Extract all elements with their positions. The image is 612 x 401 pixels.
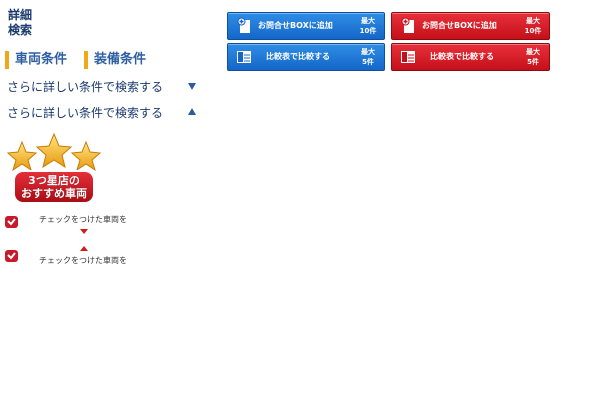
detail-search-line1: 詳細 (8, 8, 33, 22)
add-box-limit: 最大 10件 (358, 16, 378, 36)
badge-title-line2: おすすめ車両 (21, 187, 87, 200)
limit-caption: 最大 (361, 17, 375, 25)
search-panel: 詳細 検索 車両条件 装備条件 さらに詳しい条件で検索する さらに詳しい条件で検… (0, 0, 612, 401)
checkbox-checked-icon[interactable] (5, 216, 18, 228)
more-conditions-label: さらに詳しい条件で検索する (7, 80, 164, 94)
add-box-label: お問合せBOXに追加 (422, 21, 497, 30)
add-to-inquiry-box-button-alt[interactable]: お問合せBOXに追加 最大 10件 (391, 12, 550, 40)
document-plus-icon (237, 17, 250, 33)
limit-count: 5件 (527, 58, 539, 66)
comparison-table-icon (401, 51, 415, 63)
compare-table-button-alt[interactable]: 比較表で比較する 最大 5件 (391, 43, 550, 71)
document-plus-icon (401, 17, 414, 33)
detail-search-heading: 詳細 検索 (8, 8, 32, 38)
checked-vehicles-label: チェックをつけた車両を (39, 256, 127, 265)
add-box-limit: 最大 10件 (523, 16, 543, 36)
tab-vehicle-conditions[interactable]: 車両条件 (5, 51, 67, 69)
limit-count: 5件 (362, 58, 374, 66)
add-to-inquiry-box-button[interactable]: お問合せBOXに追加 最大 10件 (227, 12, 385, 40)
three-star-shop-badge[interactable]: 3つ星店の おすすめ車両 (4, 133, 104, 208)
caret-up-icon (80, 246, 88, 251)
compare-limit: 最大 5件 (523, 47, 543, 67)
limit-count: 10件 (359, 27, 377, 35)
checked-vehicles-label: チェックをつけた車両を (39, 215, 127, 224)
tab-equipment-conditions[interactable]: 装備条件 (84, 51, 146, 69)
detail-search-line2: 検索 (8, 23, 33, 37)
caret-down-icon (80, 229, 88, 234)
add-box-label: お問合せBOXに追加 (258, 21, 333, 30)
limit-caption: 最大 (361, 48, 375, 56)
more-conditions-label: さらに詳しい条件で検索する (7, 106, 164, 120)
more-conditions-link-expand[interactable]: さらに詳しい条件で検索する (7, 79, 196, 95)
compare-table-button[interactable]: 比較表で比較する 最大 5件 (227, 43, 385, 71)
more-conditions-link-collapse[interactable]: さらに詳しい条件で検索する (7, 105, 196, 121)
comparison-table-icon (237, 51, 251, 63)
limit-count: 10件 (524, 27, 542, 35)
limit-caption: 最大 (526, 17, 540, 25)
compare-limit: 最大 5件 (358, 47, 378, 67)
checkbox-checked-icon[interactable] (5, 250, 18, 262)
collapse-arrow-icon (188, 108, 196, 115)
compare-label: 比較表で比較する (266, 52, 330, 61)
limit-caption: 最大 (526, 48, 540, 56)
expand-arrow-icon (188, 83, 196, 90)
badge-title-line1: 3つ星店の (28, 174, 80, 187)
compare-label: 比較表で比較する (430, 52, 494, 61)
